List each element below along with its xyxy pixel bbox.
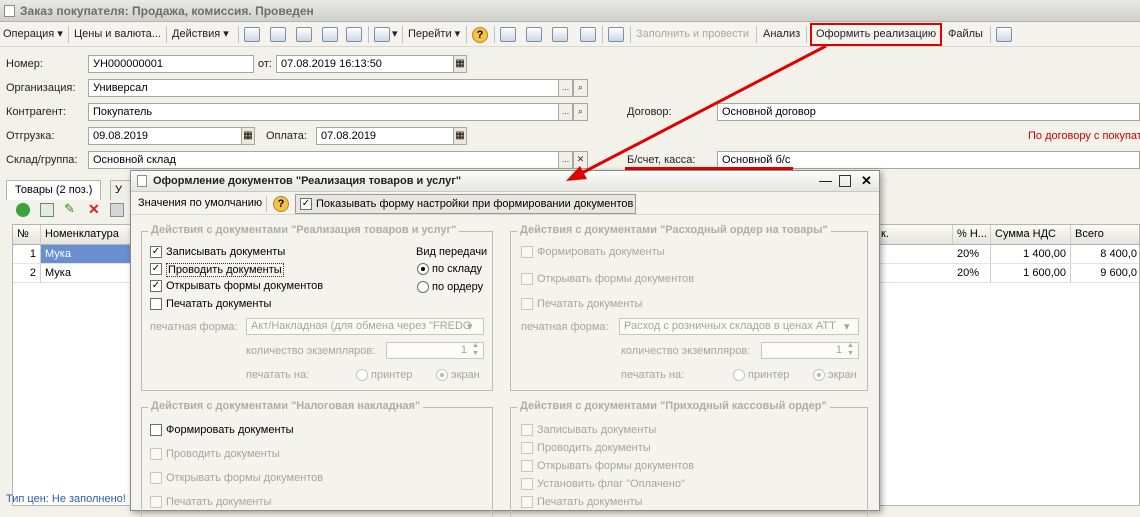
annotation-arrow: [566, 44, 827, 181]
